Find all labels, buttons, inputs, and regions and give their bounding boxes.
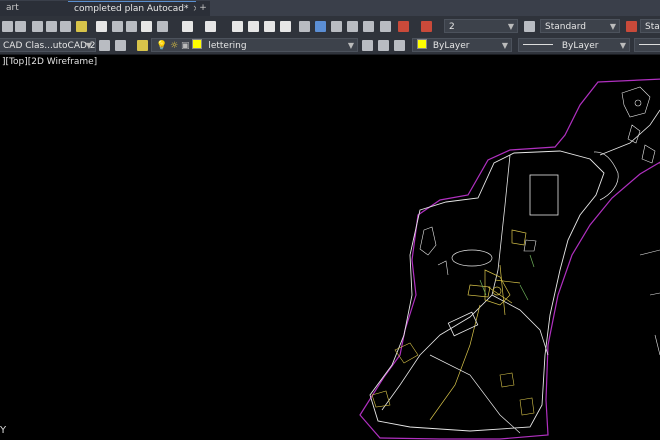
- match-properties-icon[interactable]: [141, 21, 152, 32]
- design-center-icon[interactable]: [315, 21, 326, 32]
- linetype-sample: [523, 44, 553, 45]
- lightbulb-icon: 💡: [156, 41, 168, 51]
- layer-previous-icon[interactable]: [378, 40, 389, 51]
- file-tab-bar: art completed plan Autocad* × +: [0, 0, 660, 17]
- redo-icon[interactable]: [205, 21, 216, 32]
- open-icon[interactable]: [15, 21, 26, 32]
- workspace-dropdown[interactable]: CAD Clas...utoCAD 2007 ▼: [0, 38, 96, 52]
- quickcalc-icon[interactable]: [380, 21, 391, 32]
- color-swatch: [417, 39, 427, 49]
- copy-icon[interactable]: [112, 21, 123, 32]
- dim-style-value: Stand: [645, 22, 660, 32]
- cut-icon[interactable]: [96, 21, 107, 32]
- color-value: ByLayer: [432, 41, 470, 51]
- zoom-window-icon[interactable]: [264, 21, 275, 32]
- new-tab-button[interactable]: +: [196, 1, 210, 16]
- chevron-down-icon: ▼: [609, 22, 616, 31]
- ucs-axis-icon: Y: [0, 425, 7, 436]
- tool-palettes-icon[interactable]: [331, 21, 342, 32]
- properties-icon[interactable]: [299, 21, 310, 32]
- chevron-down-icon: ▼: [619, 41, 626, 50]
- zoom-realtime-icon[interactable]: [248, 21, 259, 32]
- text-style-value: Standard: [545, 22, 586, 32]
- paste-icon[interactable]: [126, 21, 137, 32]
- layers-toolbar: CAD Clas...utoCAD 2007 ▼ 💡 ☼ ▣ lettering…: [0, 36, 660, 55]
- canvas-background: [0, 55, 660, 440]
- drawing-tab-label: completed plan Autocad*: [74, 4, 189, 14]
- chevron-down-icon: ▼: [85, 41, 92, 50]
- save-icon[interactable]: [32, 21, 43, 32]
- markup-icon[interactable]: [363, 21, 374, 32]
- text-height-value: 2: [449, 22, 455, 32]
- layer-name-value: lettering: [208, 41, 247, 51]
- sun-icon: ☼: [170, 41, 179, 51]
- help-icon[interactable]: [398, 21, 409, 32]
- dim-style-dropdown[interactable]: Stand: [640, 19, 660, 33]
- color-dropdown[interactable]: ByLayer ▼: [412, 38, 512, 52]
- layer-color-swatch: [192, 39, 203, 49]
- drawing-canvas[interactable]: [0, 55, 660, 440]
- block-editor-icon[interactable]: [157, 21, 168, 32]
- text-style-dropdown[interactable]: Standard ▼: [540, 19, 620, 33]
- new-icon[interactable]: [2, 21, 13, 32]
- chevron-down-icon: ▼: [501, 41, 508, 50]
- viewport-controls-label[interactable]: ][Top][2D Wireframe]: [2, 57, 97, 67]
- text-style-icon[interactable]: [421, 21, 432, 32]
- standard-toolbar: 2 ▼ Standard ▼ Stand: [0, 16, 660, 37]
- sheet-set-icon[interactable]: [347, 21, 358, 32]
- drawing-tab[interactable]: completed plan Autocad* ×: [68, 1, 206, 17]
- chevron-down-icon: ▼: [507, 22, 514, 31]
- linetype-dropdown[interactable]: ByLayer ▼: [518, 38, 630, 52]
- plot-icon[interactable]: [46, 21, 57, 32]
- lineweight-sample: [639, 44, 660, 45]
- linetype-value: ByLayer: [561, 41, 599, 51]
- layer-states-icon[interactable]: [394, 40, 405, 51]
- plot-preview-icon[interactable]: [60, 21, 71, 32]
- pan-icon[interactable]: [232, 21, 243, 32]
- chevron-down-icon: ▼: [347, 41, 354, 50]
- undo-icon[interactable]: [182, 21, 193, 32]
- clean-screen-icon[interactable]: [115, 40, 126, 51]
- layer-dropdown[interactable]: 💡 ☼ ▣ lettering ▼: [151, 38, 358, 52]
- workspace-value: CAD Clas...utoCAD 2007: [3, 41, 96, 51]
- lineweight-dropdown[interactable]: [634, 38, 660, 52]
- dimension-style-icon[interactable]: [626, 21, 637, 32]
- zoom-previous-icon[interactable]: [280, 21, 291, 32]
- text-height-dropdown[interactable]: 2 ▼: [444, 19, 518, 33]
- layer-properties-icon[interactable]: [137, 40, 148, 51]
- lock-icon: ▣: [181, 41, 190, 51]
- publish-icon[interactable]: [76, 21, 87, 32]
- dim-style-icon[interactable]: [524, 21, 535, 32]
- workspace-settings-gear-icon[interactable]: [99, 40, 110, 51]
- make-current-layer-icon[interactable]: [362, 40, 373, 51]
- start-tab[interactable]: art: [0, 1, 74, 16]
